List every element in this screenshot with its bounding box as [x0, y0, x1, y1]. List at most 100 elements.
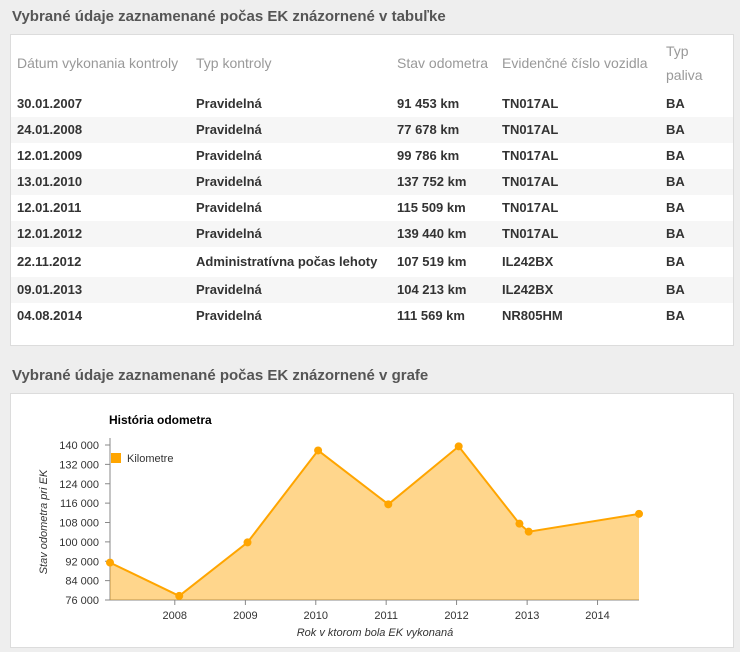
chart-section-title: Vybrané údaje zaznamenané počas EK znázo…	[12, 367, 429, 384]
y-tick-label: 84 000	[65, 576, 99, 588]
cell-plate: TN017AL	[496, 169, 660, 195]
cell-date: 09.01.2013	[11, 277, 190, 303]
cell-fuel: BA	[666, 254, 685, 269]
x-tick-label: 2009	[233, 610, 257, 622]
x-tick-label: 2010	[304, 610, 328, 622]
chart-title: História odometra	[109, 413, 212, 427]
cell-type: Administratívna počas lehoty	[196, 254, 378, 269]
cell-type: Pravidelná	[196, 308, 262, 323]
legend-label: Kilometre	[127, 453, 173, 465]
data-point[interactable]	[106, 558, 114, 567]
chart-panel: História odometra 76 000 84 000 92 000 100 …	[10, 393, 734, 648]
data-point[interactable]	[524, 527, 533, 536]
table-row: 04.08.2014 Pravidelná 111 569 km NR805HM…	[11, 303, 733, 329]
cell-date: 12.01.2009	[17, 148, 83, 163]
cell-plate: IL242BX	[496, 277, 660, 303]
table-row: 30.01.2007 Pravidelná 91 453 km TN017AL …	[11, 91, 733, 117]
column-header-date: Dátum vykonania kontroly	[17, 55, 179, 71]
table-row: 12.01.2009 Pravidelná 99 786 km TN017AL …	[11, 143, 733, 169]
cell-fuel: BA	[666, 200, 685, 215]
data-point[interactable]	[384, 500, 393, 509]
inspection-table: Dátum vykonania kontroly Typ kontroly St…	[11, 35, 733, 329]
cell-plate: TN017AL	[496, 117, 660, 143]
y-tick-label: 140 000	[59, 440, 99, 452]
data-point[interactable]	[635, 509, 643, 518]
cell-fuel: BA	[660, 169, 733, 195]
table-row: 13.01.2010 Pravidelná 137 752 km TN017AL…	[11, 169, 733, 195]
inspection-table-panel: Dátum vykonania kontroly Typ kontroly St…	[10, 34, 734, 346]
data-point[interactable]	[314, 446, 323, 455]
cell-plate: TN017AL	[502, 96, 559, 111]
column-header-odometer: Stav odometra	[397, 55, 489, 71]
table-row: 12.01.2012 Pravidelná 139 440 km TN017AL…	[11, 221, 733, 247]
x-tick-label: 2008	[163, 610, 187, 622]
cell-date: 24.01.2008	[11, 117, 190, 143]
cell-type: Pravidelná	[196, 200, 262, 215]
table-section-title: Vybrané údaje zaznamenané počas EK znázo…	[12, 8, 446, 25]
legend[interactable]: Kilometre	[111, 453, 173, 465]
y-tick-label: 132 000	[59, 459, 99, 471]
cell-fuel: BA	[666, 148, 685, 163]
y-tick-label: 124 000	[59, 479, 99, 491]
cell-type: Pravidelná	[190, 117, 391, 143]
plot-area	[106, 442, 643, 600]
series-area	[110, 446, 639, 600]
table-header-row: Dátum vykonania kontroly Typ kontroly St…	[11, 35, 733, 91]
table-row: 24.01.2008 Pravidelná 77 678 km TN017AL …	[11, 117, 733, 143]
odometer-chart: História odometra 76 000 84 000 92 000 100 …	[38, 413, 643, 639]
y-tick-label: 100 000	[59, 537, 99, 549]
cell-plate: NR805HM	[502, 308, 563, 323]
cell-odometer: 139 440 km	[391, 221, 496, 247]
cell-type: Pravidelná	[190, 169, 391, 195]
x-tick-label: 2014	[585, 610, 609, 622]
cell-odometer: 107 519 km	[397, 254, 467, 269]
cell-fuel: BA	[660, 277, 733, 303]
cell-date: 12.01.2011	[17, 200, 82, 215]
cell-odometer: 104 213 km	[391, 277, 496, 303]
cell-date: 22.11.2012	[17, 254, 82, 269]
data-point[interactable]	[454, 442, 463, 451]
x-tick-label: 2012	[444, 610, 468, 622]
data-point[interactable]	[515, 519, 524, 528]
table-row: 22.11.2012 Administratívna počas lehoty …	[11, 247, 733, 277]
x-axis-ticks: 2008 2009 2010 2011 2012 2013 2014	[163, 600, 610, 622]
table-row: 12.01.2011 Pravidelná 115 509 km TN017AL…	[11, 195, 733, 221]
cell-odometer: 77 678 km	[391, 117, 496, 143]
column-header-fuel: Typ paliva	[666, 43, 703, 83]
y-tick-label: 92 000	[65, 556, 99, 568]
data-point[interactable]	[175, 591, 184, 600]
cell-type: Pravidelná	[190, 277, 391, 303]
cell-plate: TN017AL	[496, 221, 660, 247]
cell-date: 04.08.2014	[17, 308, 83, 323]
cell-plate: IL242BX	[502, 254, 554, 269]
y-tick-label: 116 000	[60, 498, 99, 510]
cell-odometer: 111 569 km	[397, 308, 465, 323]
column-header-type: Typ kontroly	[196, 55, 272, 71]
cell-plate: TN017AL	[502, 148, 559, 163]
cell-date: 12.01.2012	[11, 221, 190, 247]
y-tick-label: 76 000	[65, 595, 99, 607]
cell-type: Pravidelná	[196, 148, 262, 163]
data-point[interactable]	[243, 538, 252, 547]
y-axis-label: Stav odometra pri EK	[38, 469, 50, 574]
cell-fuel: BA	[666, 96, 685, 111]
column-header-plate: Evidenčné číslo vozidla	[502, 55, 648, 71]
cell-odometer: 115 509 km	[397, 200, 466, 215]
cell-date: 13.01.2010	[11, 169, 190, 195]
cell-type: Pravidelná	[190, 221, 391, 247]
x-axis-label: Rok v ktorom bola EK vykonaná	[297, 627, 454, 639]
cell-fuel: BA	[666, 308, 685, 323]
legend-swatch	[111, 453, 121, 463]
x-tick-label: 2011	[374, 610, 398, 622]
cell-fuel: BA	[660, 221, 733, 247]
cell-date: 30.01.2007	[17, 96, 83, 111]
cell-fuel: BA	[660, 117, 733, 143]
table-row: 09.01.2013 Pravidelná 104 213 km IL242BX…	[11, 277, 733, 303]
cell-type: Pravidelná	[196, 96, 262, 111]
cell-odometer: 91 453 km	[397, 96, 460, 111]
cell-odometer: 137 752 km	[391, 169, 496, 195]
y-axis-ticks: 76 000 84 000 92 000 100 000 108 000 116 000 1…	[59, 440, 110, 607]
y-tick-label: 108 000	[59, 518, 99, 530]
cell-odometer: 99 786 km	[397, 148, 460, 163]
cell-plate: TN017AL	[502, 200, 559, 215]
